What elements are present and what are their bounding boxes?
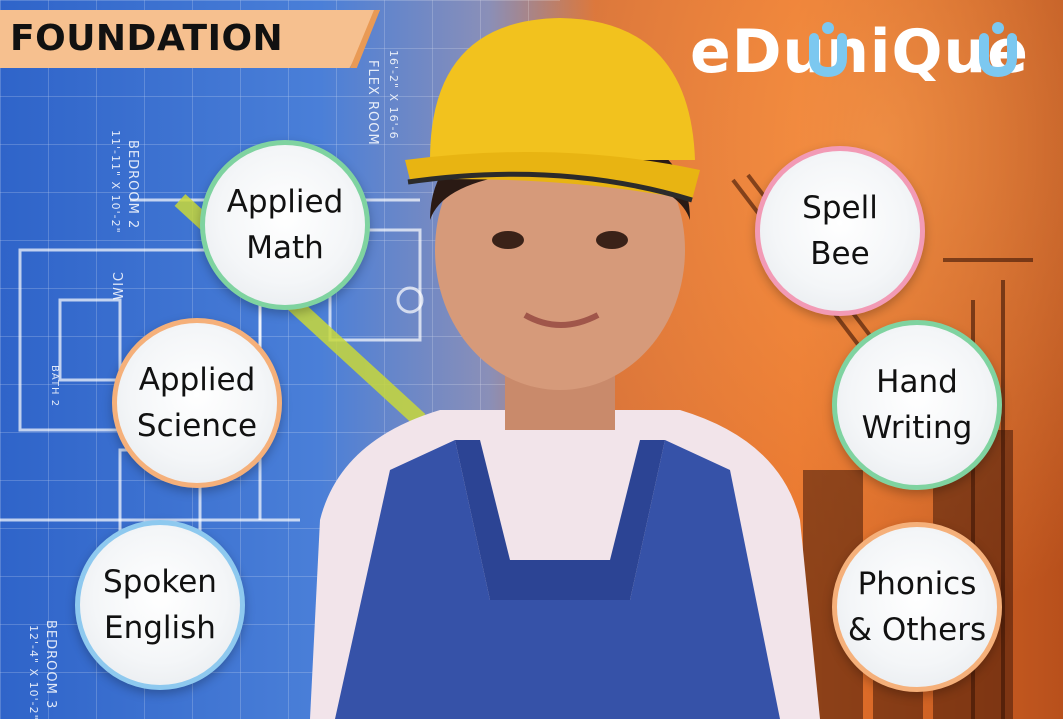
course-line: English: [104, 610, 216, 646]
course-bubble-applied-math[interactable]: Applied Math: [200, 140, 370, 310]
course-line: Applied: [138, 362, 256, 398]
foundation-banner: FOUNDATION: [0, 10, 380, 68]
course-line: Spoken: [103, 564, 217, 600]
logo-accent-dot: [992, 22, 1004, 34]
course-line: Spell: [802, 190, 878, 226]
course-line: Writing: [861, 410, 973, 446]
course-line: Science: [136, 408, 258, 444]
course-line: Applied: [226, 184, 344, 220]
logo-text: eDuniQue: [690, 17, 1029, 84]
course-line: Hand: [876, 364, 958, 400]
course-bubble-spell-bee[interactable]: Spell Bee: [755, 146, 925, 316]
course-bubble-applied-science[interactable]: Applied Science: [112, 318, 282, 488]
course-line: Math: [246, 230, 324, 266]
blueprint-label: 11'-11" X 10'-2": [109, 130, 122, 234]
course-bubble-spoken-english[interactable]: Spoken English: [75, 520, 245, 690]
blueprint-label: BEDROOM 3: [43, 620, 58, 710]
banner-label: FOUNDATION: [10, 18, 284, 59]
course-line: Phonics: [857, 566, 977, 602]
course-bubble-hand-writing[interactable]: Hand Writing: [832, 320, 1002, 490]
course-line: & Others: [847, 612, 987, 648]
child-in-hard-hat: [310, 18, 820, 719]
blueprint-label: 12'-4" X 10'-2": [27, 625, 40, 719]
hero-banner: FLEX ROOM 16'-2" X 16'-6 BEDROOM 2 11'-1…: [0, 0, 1063, 719]
blueprint-label: WIC: [112, 271, 127, 300]
course-bubble-phonics-others[interactable]: Phonics & Others: [832, 522, 1002, 692]
blueprint-label: BATH 2: [49, 365, 60, 408]
logo-accent-dot: [822, 22, 834, 34]
blueprint-label: BEDROOM 2: [125, 140, 140, 230]
edunique-logo: eDuniQue: [690, 17, 1029, 84]
course-line: Bee: [810, 236, 870, 272]
